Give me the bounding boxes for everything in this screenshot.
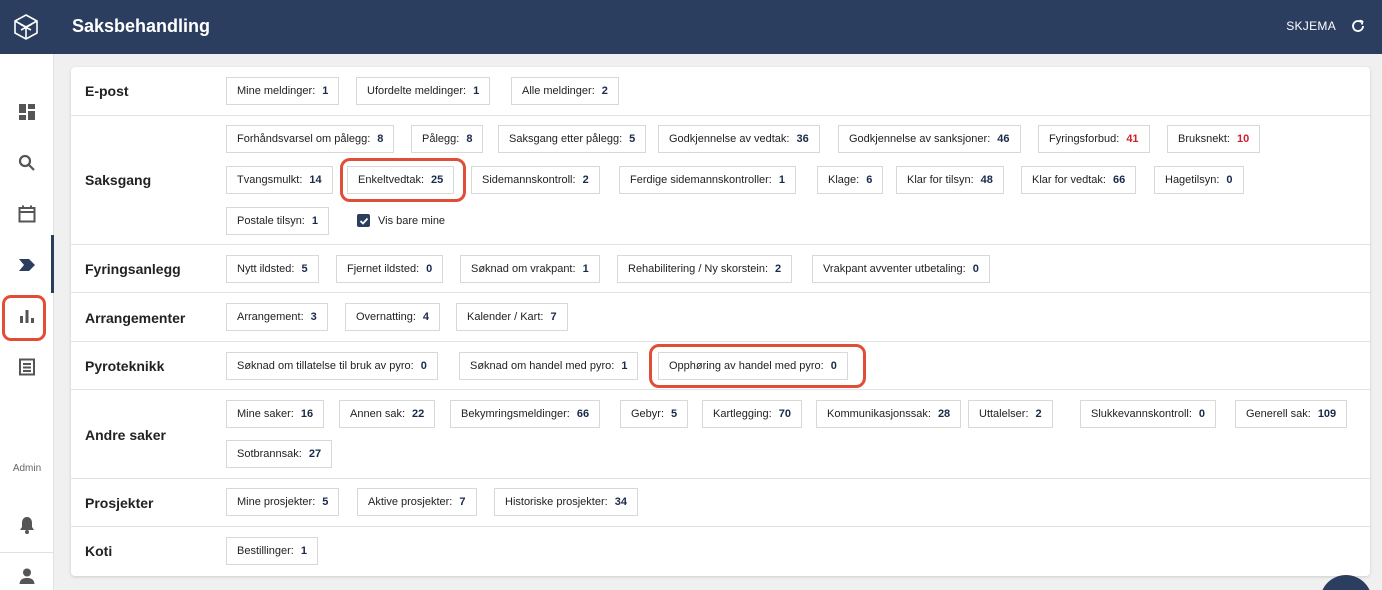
chip-tvangsmulkt[interactable]: Tvangsmulkt: 14 (226, 166, 333, 194)
chip-bestillinger[interactable]: Bestillinger: 1 (226, 537, 318, 565)
vis-bare-mine-label: Vis bare mine (378, 214, 446, 227)
chip-fyringsforbud[interactable]: Fyringsforbud: 41 (1038, 125, 1150, 153)
refresh-icon[interactable] (1350, 18, 1366, 34)
app-title: Saksbehandling (72, 16, 211, 36)
chip-alle-meldinger[interactable]: Alle meldinger: 2 (511, 77, 619, 105)
chip-gebyr[interactable]: Gebyr: 5 (620, 400, 689, 428)
row-andre-saker: Andre saker Mine saker: 16 Annen sak: 22 B… (71, 390, 1370, 479)
main-card: E-post Mine meldinger: 1 Ufordelte meldin… (71, 67, 1370, 576)
chip-nytt-ildsted[interactable]: Nytt ildsted: 5 (226, 255, 319, 283)
skjema-link[interactable]: SKJEMA (1286, 19, 1336, 33)
chip-klar-for-vedtak[interactable]: Klar for vedtak: 66 (1021, 166, 1137, 194)
nav-documents[interactable] (0, 345, 54, 389)
chip-mine-saker[interactable]: Mine saker: 16 (226, 400, 325, 428)
chip-hagetilsyn[interactable]: Hagetilsyn: 0 (1154, 166, 1244, 194)
section-label-koti: Koti (85, 543, 113, 559)
chip-kalender-kart[interactable]: Kalender / Kart: 7 (456, 303, 568, 331)
chip-kommunikasjonssak[interactable]: Kommunikasjonssak: 28 (816, 400, 962, 428)
enkeltvedtak-highlight (340, 158, 466, 202)
bell-icon (20, 517, 34, 534)
chip-soknad-bruk-pyro[interactable]: Søknad om tillatelse til bruk av pyro: 0 (226, 352, 438, 380)
chip-sotbrannsak[interactable]: Sotbrannsak: 27 (226, 440, 333, 468)
bar-chart-icon (20, 310, 34, 323)
chip-slukkevannskontroll[interactable]: Slukkevannskontroll: 0 (1080, 400, 1217, 428)
nav-notifications[interactable] (0, 503, 54, 547)
row-koti: Koti Bestillinger: 1 (71, 527, 1370, 576)
chip-annen-sak[interactable]: Annen sak: 22 (339, 400, 436, 428)
vis-bare-mine-checkbox[interactable]: Vis bare mine (357, 214, 445, 227)
chip-postale-tilsyn[interactable]: Postale tilsyn: 1 (226, 207, 329, 235)
section-label-arrangementer: Arrangementer (85, 310, 186, 326)
chip-kartlegging[interactable]: Kartlegging: 70 (702, 400, 802, 428)
chip-historiske-prosjekter[interactable]: Historiske prosjekter: 34 (494, 488, 638, 516)
row-epost: E-post Mine meldinger: 1 Ufordelte meldin… (71, 67, 1370, 116)
row-prosjekter: Prosjekter Mine prosjekter: 5 Aktive pros… (71, 479, 1370, 527)
admin-label[interactable]: Admin (0, 463, 54, 474)
chip-bruksnekt[interactable]: Bruksnekt: 10 (1167, 125, 1261, 153)
sidebar-divider (0, 552, 54, 553)
section-label-andre-saker: Andre saker (85, 427, 166, 443)
row-saksgang: Saksgang Forhåndsvarsel om pålegg: 8 Påle… (71, 116, 1370, 245)
chip-generell-sak[interactable]: Generell sak: 109 (1235, 400, 1348, 428)
section-label-epost: E-post (85, 83, 129, 99)
document-list-icon (19, 358, 35, 376)
chip-aktive-prosjekter[interactable]: Aktive prosjekter: 7 (357, 488, 477, 516)
chip-mine-meldinger[interactable]: Mine meldinger: 1 (226, 77, 340, 105)
chip-soknad-vrakpant[interactable]: Søknad om vrakpant: 1 (460, 255, 600, 283)
chip-fjernet-ildsted[interactable]: Fjernet ildsted: 0 (336, 255, 444, 283)
chip-overnatting[interactable]: Overnatting: 4 (345, 303, 441, 331)
dashboard-icon (19, 104, 35, 120)
chip-godkjennelse-vedtak[interactable]: Godkjennelse av vedtak: 36 (658, 125, 820, 153)
chevron-tag-icon (19, 259, 35, 271)
row-arrangementer: Arrangementer Arrangement: 3 Overnatting:… (71, 293, 1370, 342)
help-fab-button[interactable] (1320, 575, 1372, 590)
chip-klage[interactable]: Klage: 6 (817, 166, 884, 194)
user-icon (19, 568, 35, 584)
chip-saksgang-etter-palegg[interactable]: Saksgang etter pålegg: 5 (498, 125, 647, 153)
cube-logo-icon[interactable] (14, 14, 38, 40)
nav-calendar[interactable] (0, 192, 54, 236)
checkbox-checked-icon[interactable] (357, 214, 370, 227)
chip-soknad-handel-pyro[interactable]: Søknad om handel med pyro: 1 (459, 352, 639, 380)
section-label-pyroteknikk: Pyroteknikk (85, 358, 165, 374)
search-icon (18, 154, 35, 171)
section-label-prosjekter: Prosjekter (85, 495, 154, 511)
nav-saksbehandling[interactable] (0, 235, 54, 293)
chip-bekymringsmeldinger[interactable]: Bekymringsmeldinger: 66 (450, 400, 601, 428)
chip-klar-for-tilsyn[interactable]: Klar for tilsyn: 48 (896, 166, 1004, 194)
nav-search[interactable] (0, 141, 54, 185)
nav-profile[interactable] (0, 554, 54, 590)
opphoring-highlight (649, 344, 866, 388)
nav-dashboard[interactable] (0, 90, 54, 134)
chip-palegg[interactable]: Pålegg: 8 (411, 125, 484, 153)
chip-ferdige-sidemannskontroller[interactable]: Ferdige sidemannskontroller: 1 (619, 166, 796, 194)
chip-sidemannskontroll[interactable]: Sidemannskontroll: 2 (471, 166, 600, 194)
nav-statistics[interactable] (0, 294, 54, 338)
chip-forhandsvarsel[interactable]: Forhåndsvarsel om pålegg: 8 (226, 125, 395, 153)
section-label-fyringsanlegg: Fyringsanlegg (85, 261, 181, 277)
chip-rehabilitering[interactable]: Rehabilitering / Ny skorstein: 2 (617, 255, 793, 283)
calendar-icon (18, 205, 36, 223)
chip-vrakpant-avventer[interactable]: Vrakpant avventer utbetaling: 0 (812, 255, 990, 283)
chip-godkjennelse-sanksjoner[interactable]: Godkjennelse av sanksjoner: 46 (838, 125, 1021, 153)
sidebar: Admin (0, 54, 54, 590)
row-fyringsanlegg: Fyringsanlegg Nytt ildsted: 5 Fjernet ild… (71, 245, 1370, 293)
chip-ufordelte-meldinger[interactable]: Ufordelte meldinger: 1 (356, 77, 491, 105)
chip-arrangement[interactable]: Arrangement: 3 (226, 303, 328, 331)
row-pyroteknikk: Pyroteknikk Søknad om tillatelse til bru… (71, 342, 1370, 390)
chip-mine-prosjekter[interactable]: Mine prosjekter: 5 (226, 488, 340, 516)
section-label-saksgang: Saksgang (85, 172, 152, 188)
top-bar: Saksbehandling SKJEMA (0, 0, 1382, 54)
chip-uttalelser[interactable]: Uttalelser: 2 (968, 400, 1053, 428)
